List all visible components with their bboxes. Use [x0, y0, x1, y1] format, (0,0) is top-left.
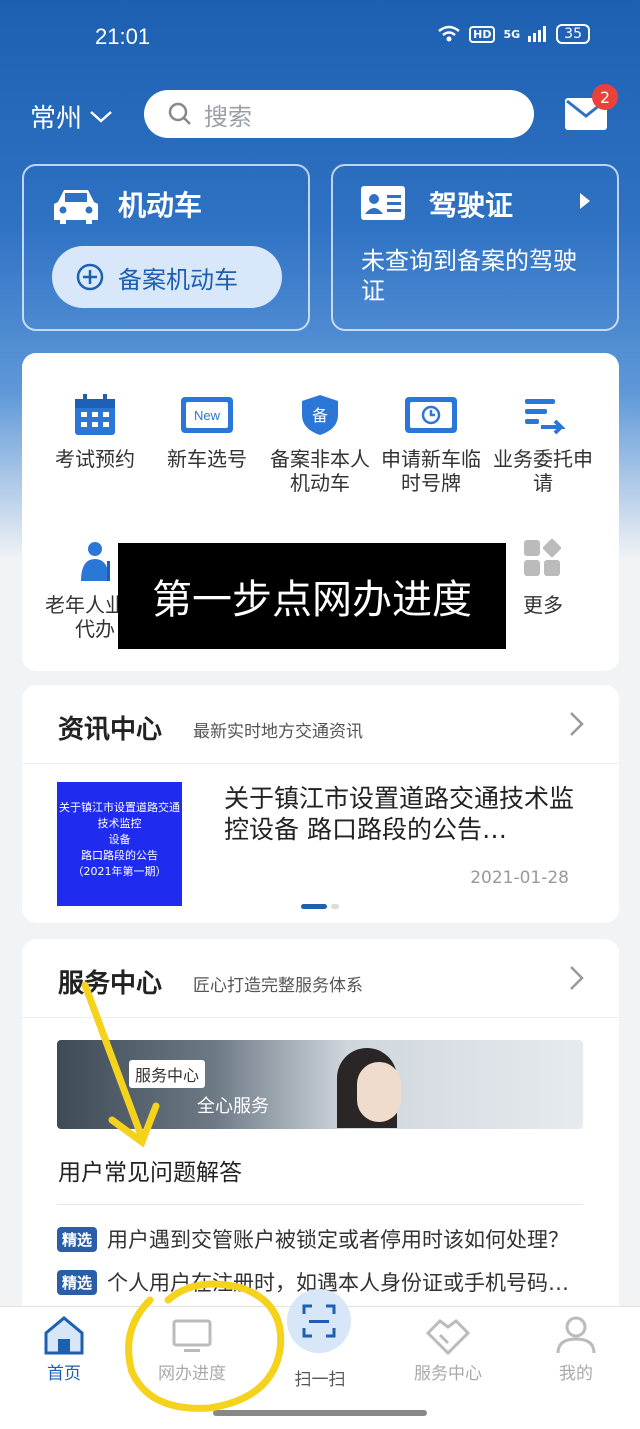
monitor-icon	[172, 1319, 212, 1352]
delegate-icon	[525, 399, 565, 435]
banner-tag: 服务中心	[129, 1060, 206, 1088]
banner-subtitle: 全心服务	[197, 1096, 269, 1117]
calendar-icon	[75, 394, 115, 435]
service-center-title: 服务中心	[58, 969, 163, 999]
divider	[57, 1204, 583, 1205]
nav-profile[interactable]: 我的	[516, 1315, 636, 1384]
vehicle-card[interactable]: 机动车 备案机动车	[22, 164, 310, 331]
service-banner[interactable]: 服务中心 全心服务	[57, 1040, 583, 1129]
service-label: 更多	[523, 593, 563, 617]
faq-item[interactable]: 精选 用户遇到交管账户被锁定或者停用时该如何处理？	[57, 1224, 569, 1254]
car-icon	[54, 190, 98, 224]
service-center-subtitle: 匠心打造完整服务体系	[193, 976, 363, 996]
search-icon	[168, 102, 191, 125]
elder-icon	[81, 542, 110, 581]
network-label: 5G	[503, 27, 521, 41]
chevron-right-icon[interactable]	[569, 965, 585, 991]
news-item-date: 2021-01-28	[470, 868, 569, 888]
more-icon	[524, 539, 562, 576]
service-label: 申请新车临时号牌	[381, 447, 481, 495]
user-icon	[556, 1316, 596, 1354]
unread-badge: 2	[592, 84, 618, 110]
nav-label: 我的	[559, 1364, 593, 1384]
nav-label: 网办进度	[158, 1364, 226, 1384]
banner-photo-face	[357, 1062, 401, 1122]
service-new-plate[interactable]: New 新车选号	[152, 393, 262, 471]
service-register-other-vehicle[interactable]: 备 备案非本人机动车	[265, 393, 375, 495]
divider	[22, 763, 619, 764]
status-icons: HD 5G 35	[437, 24, 590, 44]
faq-heading: 用户常见问题解答	[58, 1160, 242, 1186]
nav-scan-circle[interactable]	[287, 1289, 351, 1353]
nav-label: 首页	[47, 1364, 81, 1384]
nav-home[interactable]: 首页	[4, 1315, 124, 1384]
city-selector[interactable]: 常州	[30, 98, 114, 135]
register-vehicle-button[interactable]: 备案机动车	[52, 246, 282, 308]
new-plate-icon: New	[181, 397, 233, 433]
divider	[22, 1017, 619, 1018]
shield-icon: 备	[302, 395, 338, 435]
handshake-icon	[425, 1319, 471, 1355]
vehicle-card-title: 机动车	[118, 189, 203, 222]
thumb-line: 路口路段的公告	[81, 849, 158, 862]
license-status-text: 未查询到备案的驾驶证	[361, 247, 577, 305]
temp-plate-icon	[405, 397, 457, 433]
wifi-icon	[438, 25, 460, 42]
caret-right-icon	[580, 193, 590, 209]
register-vehicle-label: 备案机动车	[118, 265, 238, 294]
news-item-title[interactable]: 关于镇江市设置道路交通技术监控设备 路口路段的公告…	[224, 783, 584, 845]
service-label: 备案非本人机动车	[270, 447, 370, 495]
nav-online-progress[interactable]: 网办进度	[132, 1315, 252, 1384]
thumb-line: （2021年第一期）	[72, 865, 167, 878]
service-label: 业务委托申请	[493, 447, 593, 495]
search-input[interactable]: 搜索	[144, 90, 534, 138]
tutorial-caption: 第一步点网办进度	[118, 543, 506, 649]
nav-scan[interactable]: 扫一扫	[260, 1365, 380, 1390]
home-icon	[44, 1316, 84, 1355]
city-label: 常州	[30, 104, 83, 134]
featured-badge: 精选	[57, 1269, 98, 1295]
service-label: 新车选号	[167, 447, 247, 471]
nav-label: 服务中心	[414, 1364, 482, 1384]
faq-text: 用户遇到交管账户被锁定或者停用时该如何处理？	[107, 1228, 570, 1252]
service-exam-booking[interactable]: 考试预约	[40, 393, 150, 471]
license-card[interactable]: 驾驶证 未查询到备案的驾驶证	[331, 164, 619, 331]
license-card-title: 驾驶证	[429, 189, 514, 222]
battery-icon: 35	[556, 24, 590, 44]
featured-badge: 精选	[57, 1226, 98, 1252]
news-section-title: 资讯中心	[58, 715, 163, 745]
license-icon	[361, 186, 405, 220]
service-center-section: 服务中心 匠心打造完整服务体系 服务中心 全心服务 用户常见问题解答 精选 用户…	[22, 939, 619, 1306]
thumb-line: 关于镇江市设置道路交通技术监控	[59, 801, 180, 830]
carousel-indicator	[301, 904, 339, 909]
signal-icon	[528, 26, 547, 42]
search-placeholder: 搜索	[204, 102, 252, 131]
news-section: 资讯中心 最新实时地方交通资讯 关于镇江市设置道路交通技术监控 设备 路口路段的…	[22, 685, 619, 923]
nav-service-center[interactable]: 服务中心	[388, 1315, 508, 1384]
home-indicator[interactable]	[213, 1410, 427, 1416]
chevron-down-icon	[90, 110, 112, 123]
hd-icon: HD	[469, 25, 496, 43]
service-label: 考试预约	[55, 447, 135, 471]
news-section-subtitle: 最新实时地方交通资讯	[193, 722, 363, 742]
service-temp-plate[interactable]: 申请新车临时号牌	[376, 393, 486, 495]
svg-text:备: 备	[312, 406, 328, 425]
scan-icon	[302, 1304, 336, 1338]
plus-circle-icon	[76, 263, 104, 291]
news-thumbnail[interactable]: 关于镇江市设置道路交通技术监控 设备 路口路段的公告 （2021年第一期）	[57, 782, 182, 906]
faq-text: 个人用户在注册时，如遇本人身份证或手机号码…	[107, 1271, 570, 1295]
chevron-right-icon[interactable]	[569, 711, 585, 737]
service-delegation[interactable]: 业务委托申请	[488, 393, 598, 495]
status-bar: 21:01 HD 5G 35	[0, 0, 640, 76]
status-time: 21:01	[95, 24, 151, 49]
thumb-line: 设备	[108, 833, 131, 846]
nav-label: 扫一扫	[294, 1370, 346, 1390]
svg-text:New: New	[194, 408, 221, 423]
